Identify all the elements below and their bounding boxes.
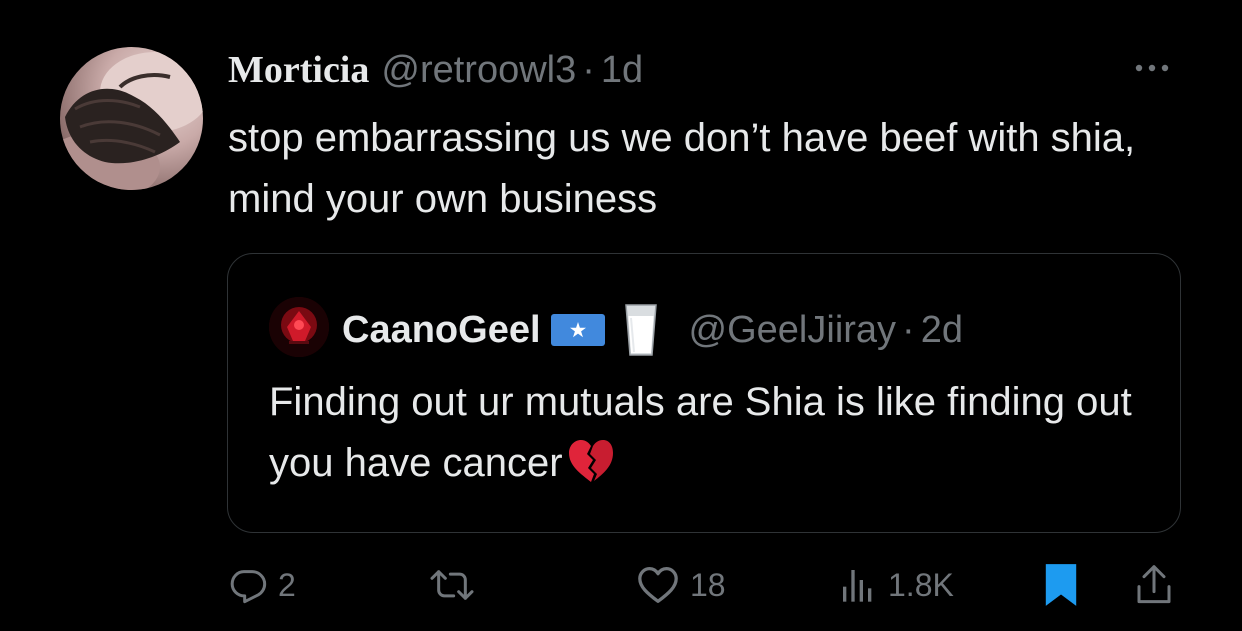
action-bar: 2 18 1.8K [0,560,1242,610]
views-count: 1.8K [888,566,954,603]
quoted-avatar-image [269,297,329,357]
somalia-flag-icon [550,314,605,346]
analytics-icon [843,570,872,602]
bookmark-button[interactable] [1042,560,1080,610]
avatar-image [60,52,203,190]
views-button[interactable]: 1.8K [838,560,954,610]
quoted-tweet-text-content: Finding out ur mutuals are Shia is like … [269,380,1132,485]
author-avatar[interactable] [60,47,203,190]
heart-icon [638,567,678,603]
share-icon [1137,565,1171,604]
quoted-tweet-text: Finding out ur mutuals are Shia is like … [269,372,1149,494]
milk-glass-icon [624,304,657,356]
tweet-header: Morticia @retroowl3 · 1d [228,48,643,92]
tweet-timestamp[interactable]: 1d [601,49,643,92]
repost-button[interactable] [428,560,486,610]
more-dots-icon[interactable] [1132,56,1172,80]
broken-heart-icon [568,440,613,482]
bookmark-icon [1045,564,1077,606]
quoted-timestamp[interactable]: 2d [921,309,963,352]
quoted-author-avatar[interactable] [269,297,329,357]
reply-count: 2 [278,566,296,603]
reply-icon [230,570,267,604]
quoted-tweet-header: CaanoGeel @GeelJiiray · 2d [342,302,963,358]
quoted-tweet[interactable]: CaanoGeel @GeelJiiray · 2d Finding out u… [227,253,1181,533]
author-handle[interactable]: @retroowl3 [381,49,576,92]
quoted-author-name[interactable]: CaanoGeel [342,309,541,352]
quoted-author-handle[interactable]: @GeelJiiray [689,309,897,352]
author-name[interactable]: Morticia [228,48,369,92]
repost-icon [430,570,474,600]
share-button[interactable] [1134,560,1174,610]
quoted-separator-dot: · [902,308,915,351]
reply-button[interactable]: 2 [228,560,296,610]
like-button[interactable]: 18 [636,560,726,610]
separator-dot: · [582,49,595,91]
tweet-text: stop embarrassing us we don’t have beef … [228,116,1136,221]
like-count: 18 [690,566,726,603]
